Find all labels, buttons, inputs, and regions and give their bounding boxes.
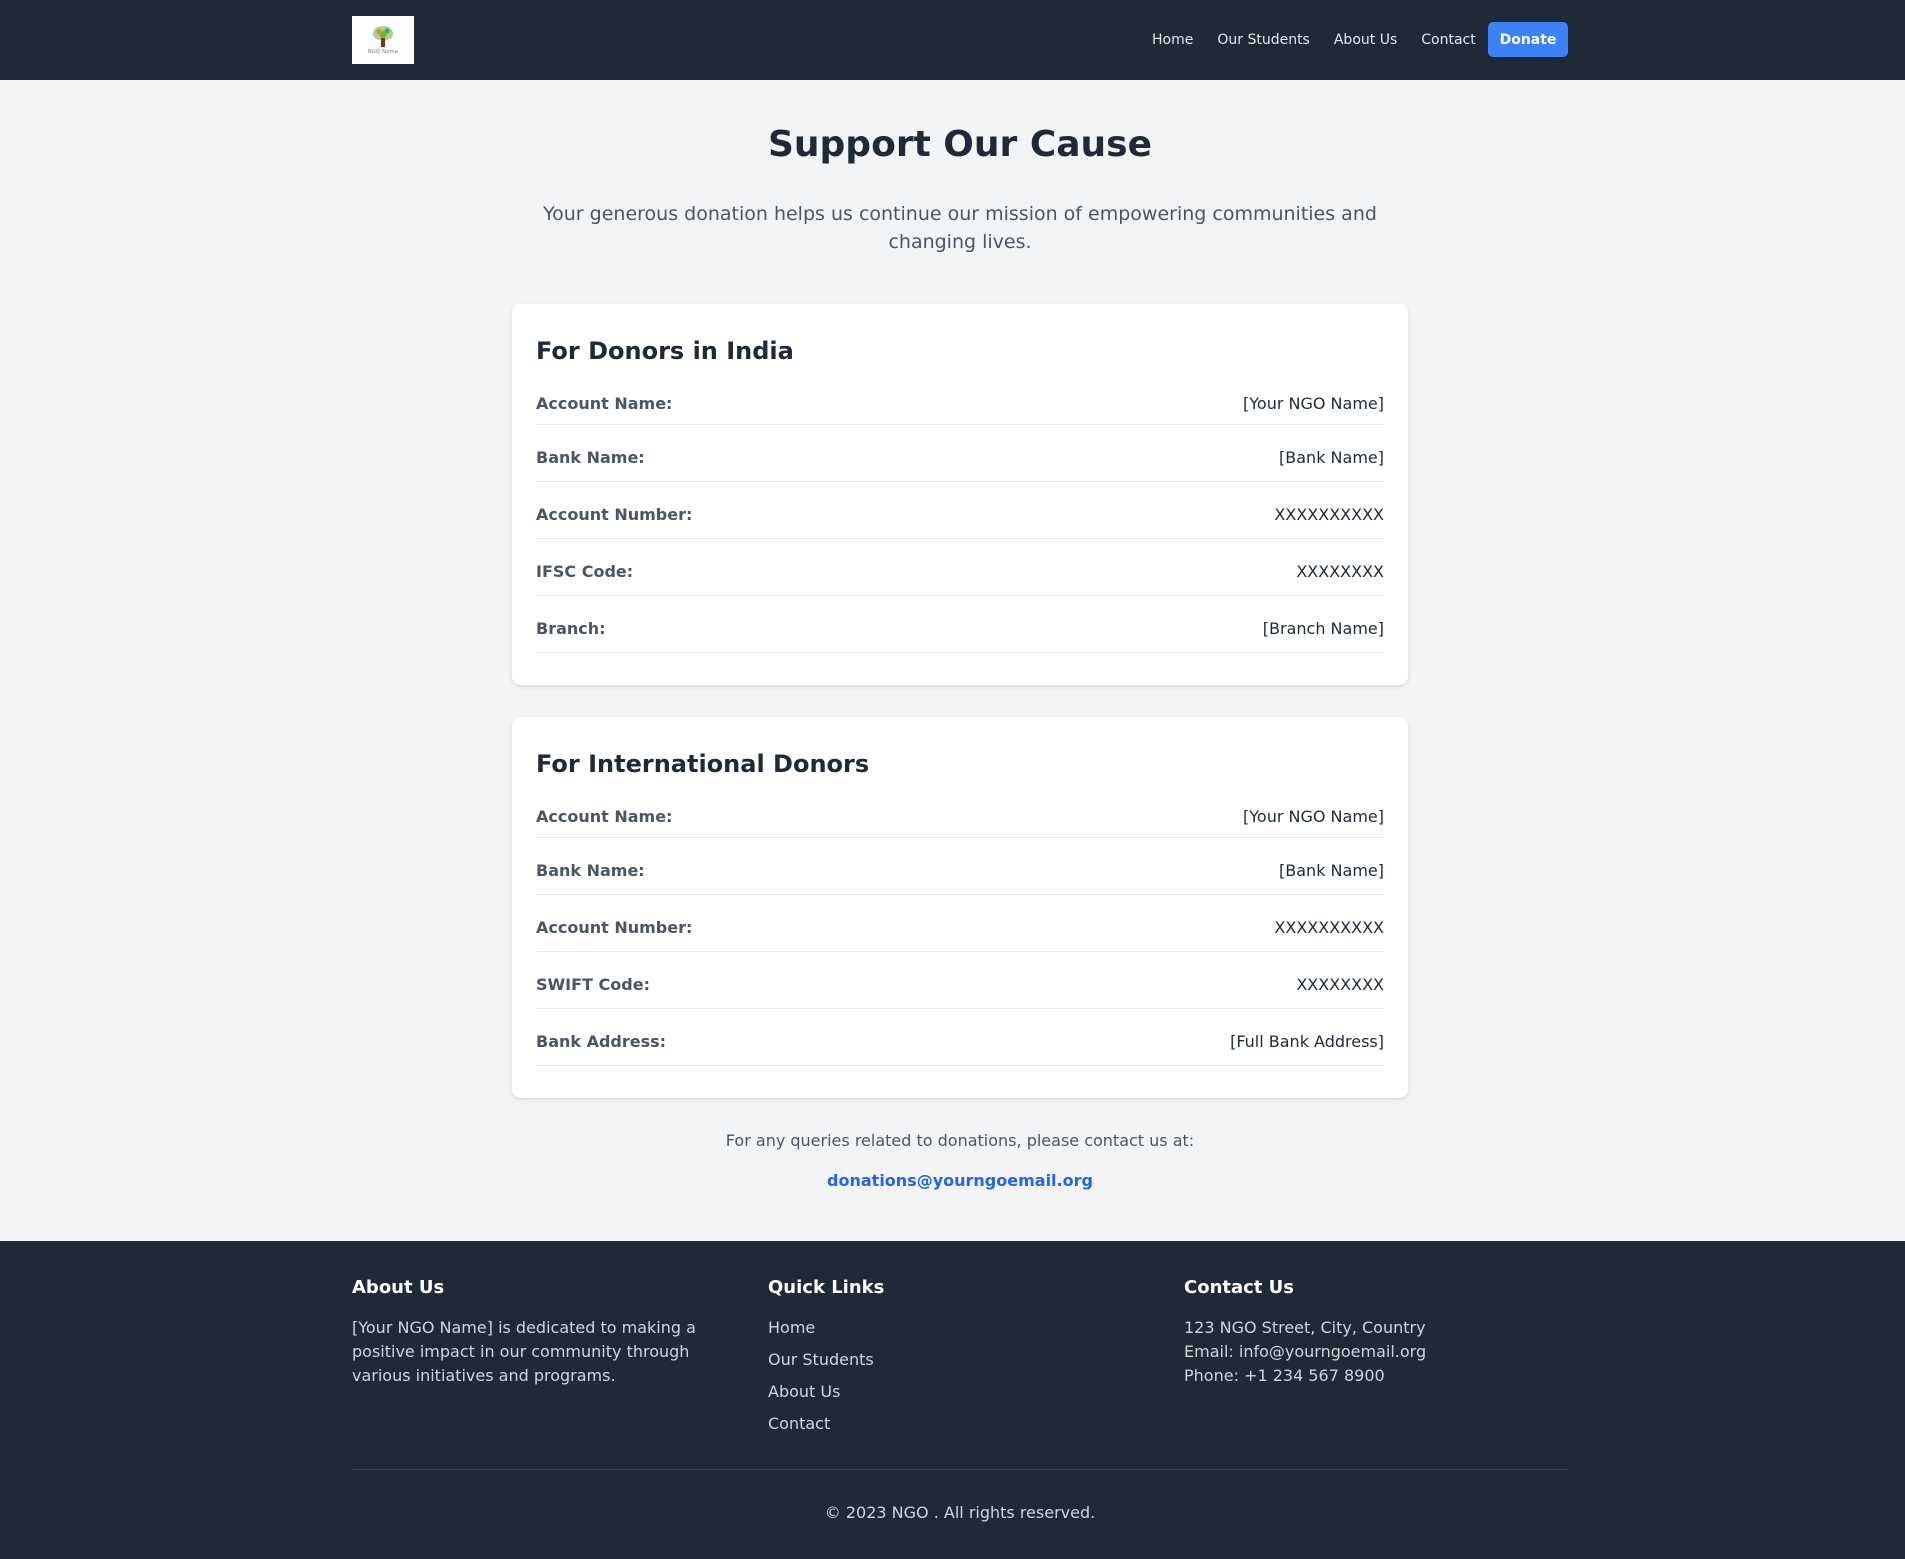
footer-link-our-students[interactable]: Our Students bbox=[768, 1348, 1158, 1372]
footer-divider bbox=[352, 1469, 1568, 1470]
detail-label: Branch: bbox=[536, 618, 606, 638]
footer-about: About Us [Your NGO Name] is dedicated to… bbox=[352, 1276, 742, 1388]
detail-row: Account Name: [Your NGO Name] bbox=[536, 788, 1384, 838]
footer-phone: Phone: +1 234 567 8900 bbox=[1184, 1366, 1385, 1385]
detail-label: Bank Address: bbox=[536, 1031, 667, 1051]
copyright-text: © 2023 NGO . All rights reserved. bbox=[824, 1503, 1096, 1522]
footer-quick-links: Quick Links Home Our Students About Us C… bbox=[768, 1276, 1158, 1444]
logo[interactable]: NGO Name bbox=[352, 16, 414, 64]
detail-value: [Your NGO Name] bbox=[1243, 394, 1384, 413]
detail-value: [Full Bank Address] bbox=[1230, 1031, 1384, 1051]
nav-contact[interactable]: Contact bbox=[1421, 32, 1475, 48]
detail-label: Account Name: bbox=[536, 807, 673, 826]
detail-value: XXXXXXXXXX bbox=[1274, 504, 1384, 524]
query-text: For any queries related to donations, pl… bbox=[725, 1131, 1195, 1150]
site-header: NGO Name Home Our Students About Us Cont… bbox=[0, 0, 1905, 80]
page-title: Support Our Cause bbox=[767, 124, 1153, 165]
site-footer: About Us [Your NGO Name] is dedicated to… bbox=[0, 1241, 1905, 1559]
nav-home[interactable]: Home bbox=[1152, 32, 1193, 48]
detail-label: Account Number: bbox=[536, 917, 693, 937]
detail-value: XXXXXXXX bbox=[1296, 974, 1384, 994]
nav-about-us[interactable]: About Us bbox=[1334, 32, 1397, 48]
international-donors-card: For International Donors Account Name: [… bbox=[512, 717, 1408, 1098]
footer-link-contact[interactable]: Contact bbox=[768, 1412, 1158, 1436]
footer-contact-title: Contact Us bbox=[1184, 1277, 1295, 1298]
detail-row: Branch: [Branch Name] bbox=[536, 596, 1384, 653]
detail-row: Account Number: XXXXXXXXXX bbox=[536, 895, 1384, 952]
card-title: For International Donors bbox=[536, 750, 870, 778]
detail-row: Bank Address: [Full Bank Address] bbox=[536, 1009, 1384, 1066]
footer-links-title: Quick Links bbox=[768, 1277, 885, 1298]
detail-value: [Your NGO Name] bbox=[1243, 807, 1384, 826]
detail-label: Account Name: bbox=[536, 394, 673, 413]
detail-label: IFSC Code: bbox=[536, 561, 634, 581]
page-subtitle: Your generous donation helps us continue… bbox=[543, 203, 1377, 253]
detail-label: Account Number: bbox=[536, 504, 693, 524]
india-donors-card: For Donors in India Account Name: [Your … bbox=[512, 304, 1408, 685]
donate-button[interactable]: Donate bbox=[1488, 22, 1568, 57]
tree-logo-icon bbox=[372, 25, 394, 48]
detail-label: Bank Name: bbox=[536, 447, 645, 467]
footer-about-title: About Us bbox=[352, 1277, 445, 1298]
footer-link-about-us[interactable]: About Us bbox=[768, 1380, 1158, 1404]
footer-address: 123 NGO Street, City, Country bbox=[1184, 1318, 1426, 1337]
card-title: For Donors in India bbox=[536, 337, 794, 365]
footer-about-text: [Your NGO Name] is dedicated to making a… bbox=[352, 1318, 696, 1385]
footer-contact: Contact Us 123 NGO Street, City, Country… bbox=[1184, 1276, 1574, 1388]
detail-label: SWIFT Code: bbox=[536, 974, 650, 994]
logo-text: NGO Name bbox=[367, 48, 399, 55]
detail-value: [Branch Name] bbox=[1262, 618, 1384, 638]
detail-row: SWIFT Code: XXXXXXXX bbox=[536, 952, 1384, 1009]
donations-email-link[interactable]: donations@yourngoemail.org bbox=[0, 1171, 1905, 1190]
detail-label: Bank Name: bbox=[536, 860, 645, 880]
detail-row: Account Name: [Your NGO Name] bbox=[536, 375, 1384, 425]
nav-our-students[interactable]: Our Students bbox=[1217, 32, 1310, 48]
detail-value: XXXXXXXX bbox=[1296, 561, 1384, 581]
main-nav: Home Our Students About Us Contact bbox=[1152, 22, 1500, 58]
footer-email: Email: info@yourngoemail.org bbox=[1184, 1342, 1427, 1361]
footer-link-home[interactable]: Home bbox=[768, 1316, 1158, 1340]
detail-row: Account Number: XXXXXXXXXX bbox=[536, 482, 1384, 539]
detail-row: Bank Name: [Bank Name] bbox=[536, 425, 1384, 482]
detail-row: Bank Name: [Bank Name] bbox=[536, 838, 1384, 895]
detail-value: [Bank Name] bbox=[1279, 447, 1384, 467]
detail-row: IFSC Code: XXXXXXXX bbox=[536, 539, 1384, 596]
detail-value: [Bank Name] bbox=[1279, 860, 1384, 880]
detail-value: XXXXXXXXXX bbox=[1274, 917, 1384, 937]
